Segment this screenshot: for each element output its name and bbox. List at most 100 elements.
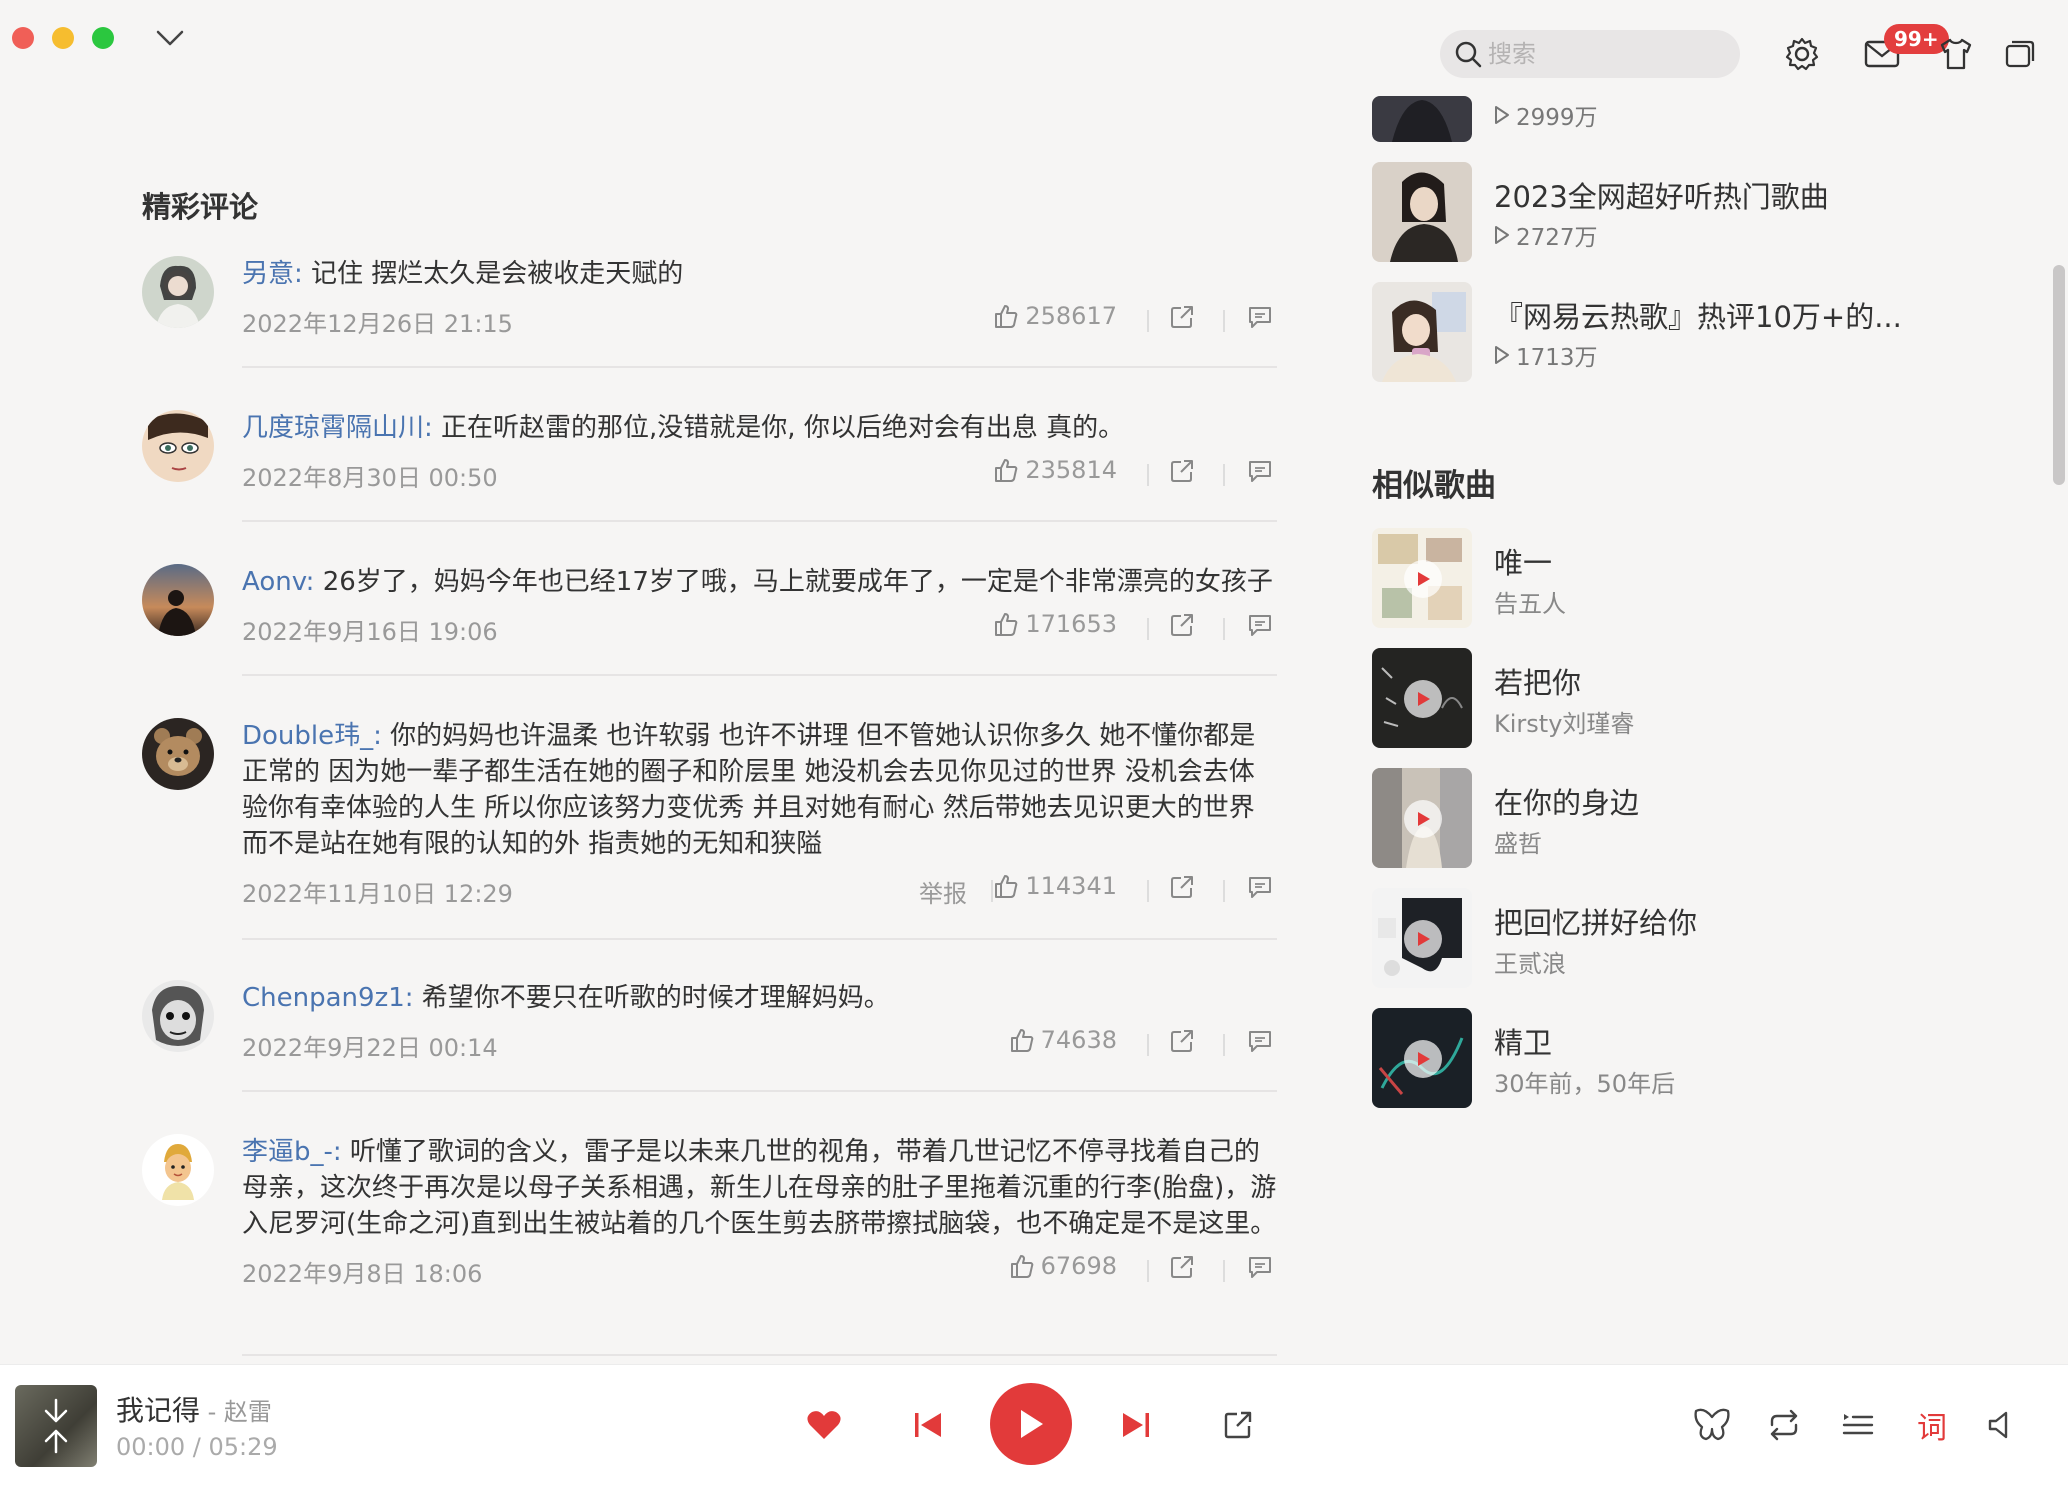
- divider: [1147, 310, 1149, 332]
- similar-song-item[interactable]: 精卫 30年前，50年后: [1372, 1008, 1972, 1108]
- avatar[interactable]: [142, 410, 214, 482]
- collapse-button[interactable]: [146, 16, 194, 60]
- comment-content: 希望你不要只在听歌的时候才理解妈妈。: [413, 983, 890, 1013]
- playlist-cover: [1372, 282, 1472, 382]
- sound-effect-button[interactable]: [1688, 1401, 1736, 1449]
- playlist-queue-button[interactable]: [1834, 1401, 1882, 1449]
- avatar[interactable]: [142, 718, 214, 790]
- divider: [1147, 1034, 1149, 1056]
- repeat-mode-button[interactable]: [1760, 1401, 1808, 1449]
- comment-username[interactable]: Aonv:: [242, 567, 314, 597]
- divider: [1223, 310, 1225, 332]
- comment-icon: [1249, 461, 1271, 482]
- comment-username[interactable]: Double玮_:: [242, 721, 382, 751]
- song-artist[interactable]: 王贰浪: [1494, 944, 1566, 979]
- reply-button[interactable]: [1247, 304, 1273, 336]
- comment-username[interactable]: Chenpan9z1:: [242, 983, 414, 1013]
- play-song-button[interactable]: [1404, 800, 1442, 838]
- comment-divider: [242, 366, 1277, 368]
- play-song-button[interactable]: [1404, 1040, 1442, 1078]
- divider: [1223, 880, 1225, 902]
- similar-song-item[interactable]: 唯一 告五人: [1372, 528, 1972, 628]
- like-button[interactable]: 114341: [993, 872, 1117, 900]
- reply-button[interactable]: [1247, 458, 1273, 490]
- like-button[interactable]: 171653: [993, 610, 1117, 638]
- play-song-button[interactable]: [1404, 920, 1442, 958]
- play-song-button[interactable]: [1404, 560, 1442, 598]
- next-button[interactable]: [1112, 1401, 1160, 1449]
- song-artist[interactable]: Kirsty刘瑾睿: [1494, 704, 1634, 739]
- like-count: 67698: [1040, 1252, 1117, 1280]
- play-icon: [1021, 1410, 1043, 1438]
- now-playing-artist[interactable]: - 赵雷: [200, 1398, 272, 1426]
- divider: [1147, 1260, 1149, 1282]
- like-button[interactable]: 235814: [993, 456, 1117, 484]
- song-name: 若把你: [1494, 666, 1582, 700]
- song-artist[interactable]: 30年前，50年后: [1494, 1064, 1675, 1099]
- volume-button[interactable]: [1976, 1401, 2024, 1449]
- like-button[interactable]: 74638: [1009, 1026, 1117, 1054]
- play-song-button[interactable]: [1404, 680, 1442, 718]
- share-song-button[interactable]: [1214, 1401, 1262, 1449]
- zoom-window-button[interactable]: [92, 27, 114, 49]
- thumbs-up-icon: [1010, 1255, 1033, 1278]
- now-playing-cover[interactable]: [15, 1385, 97, 1467]
- avatar[interactable]: [142, 564, 214, 636]
- playlist-play-count: 2727万: [1494, 218, 1598, 252]
- share-button[interactable]: [1169, 458, 1195, 490]
- volume-icon: [1988, 1411, 2008, 1439]
- skip-previous-icon: [915, 1413, 941, 1437]
- song-artist[interactable]: 告五人: [1494, 584, 1566, 619]
- scrollbar[interactable]: [2050, 90, 2068, 1360]
- divider: [1147, 880, 1149, 902]
- playlist-title: 2023全网超好听热门歌曲: [1494, 180, 1829, 214]
- play-pause-button[interactable]: [990, 1383, 1072, 1465]
- comment-content: 听懂了歌词的含义，雷子是以未来几世的视角，带着几世记忆不停寻找着自己的母亲，这次…: [242, 1137, 1277, 1239]
- like-button[interactable]: 67698: [1009, 1252, 1117, 1280]
- comments-section-title: 精彩评论: [142, 190, 259, 224]
- report-button[interactable]: 举报: [919, 874, 967, 909]
- like-song-button[interactable]: [800, 1401, 848, 1449]
- close-window-button[interactable]: [12, 27, 34, 49]
- mini-mode-button[interactable]: [1998, 32, 2042, 76]
- share-button[interactable]: [1169, 304, 1195, 336]
- comment-text: Double玮_: 你的妈妈也许温柔 也许软弱 也许不讲理 但不管她认识你多久 …: [242, 718, 1277, 862]
- comment-divider: [242, 938, 1277, 940]
- reply-button[interactable]: [1247, 1028, 1273, 1060]
- similar-song-item[interactable]: 把回忆拼好给你 王贰浪: [1372, 888, 1972, 988]
- reply-button[interactable]: [1247, 874, 1273, 906]
- avatar[interactable]: [142, 256, 214, 328]
- reply-button[interactable]: [1247, 612, 1273, 644]
- thumbs-up-icon: [995, 875, 1018, 898]
- playlist-play-count: 1713万: [1494, 338, 1598, 372]
- lyrics-button[interactable]: 词: [1908, 1401, 1956, 1449]
- share-button[interactable]: [1169, 612, 1195, 644]
- avatar[interactable]: [142, 980, 214, 1052]
- comment-divider: [242, 1090, 1277, 1092]
- like-button[interactable]: 258617: [993, 302, 1117, 330]
- reply-button[interactable]: [1247, 1254, 1273, 1286]
- comment-text: 几度琼霄隔山川: 正在听赵雷的那位,没错就是你, 你以后绝对会有出息 真的。: [242, 410, 1277, 446]
- chevron-down-icon: [156, 30, 184, 46]
- playlist-item[interactable]: 2999万: [1372, 42, 1972, 142]
- comment-time: 2022年9月16日 19:06: [242, 618, 498, 646]
- playlist-item[interactable]: 『网易云热歌』热评10万+的... 1713万: [1372, 282, 1972, 382]
- similar-song-item[interactable]: 在你的身边 盛哲: [1372, 768, 1972, 868]
- share-button[interactable]: [1169, 1028, 1195, 1060]
- thumbs-up-icon: [995, 613, 1018, 636]
- play-icon: [1418, 572, 1430, 586]
- share-button[interactable]: [1169, 874, 1195, 906]
- avatar[interactable]: [142, 1134, 214, 1206]
- similar-song-item[interactable]: 若把你 Kirsty刘瑾睿: [1372, 648, 1972, 748]
- comment-username[interactable]: 另意:: [242, 259, 303, 289]
- minimize-window-button[interactable]: [52, 27, 74, 49]
- previous-button[interactable]: [904, 1401, 952, 1449]
- comment-content: 正在听赵雷的那位,没错就是你, 你以后绝对会有出息 真的。: [432, 413, 1125, 443]
- comment-username[interactable]: 李逼b_-:: [242, 1137, 342, 1167]
- scrollbar-thumb[interactable]: [2053, 265, 2065, 485]
- comment-username[interactable]: 几度琼霄隔山川:: [242, 413, 433, 443]
- share-button[interactable]: [1169, 1254, 1195, 1286]
- song-artist[interactable]: 盛哲: [1494, 824, 1542, 859]
- share-icon: [1171, 1030, 1193, 1052]
- playlist-item[interactable]: 2023全网超好听热门歌曲 2727万: [1372, 162, 1972, 262]
